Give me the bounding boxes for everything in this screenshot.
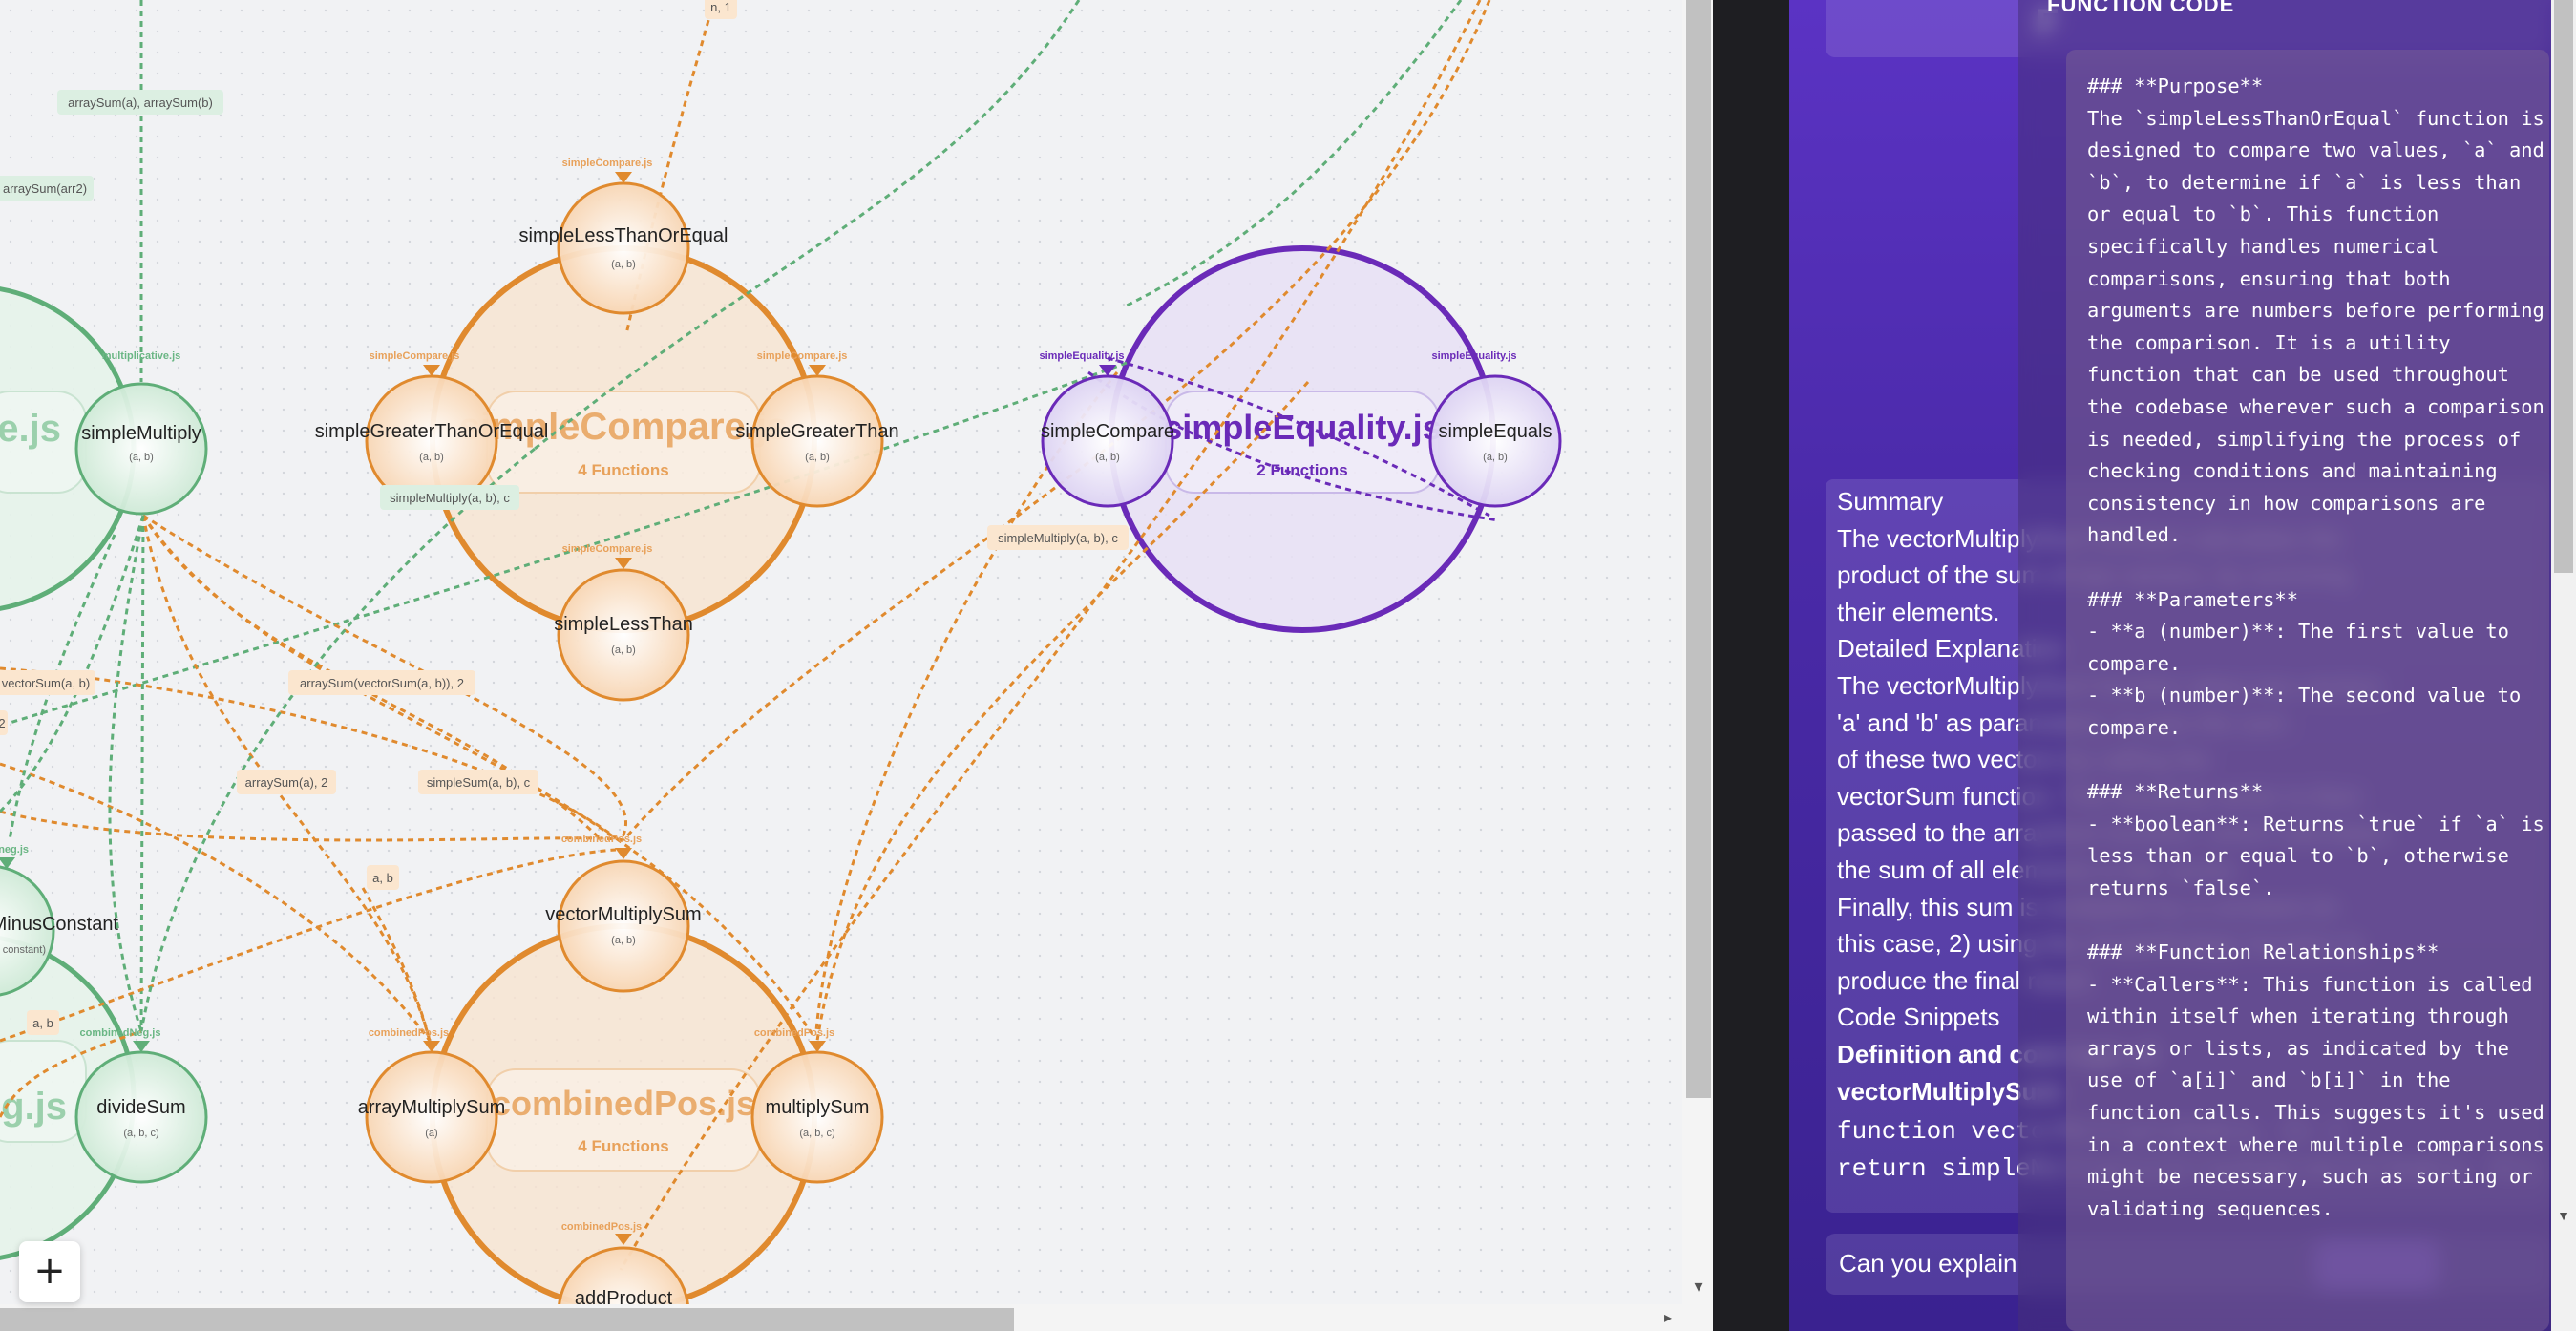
edge-label: arraySum(a), 2 — [245, 775, 328, 790]
function-name: MinusConstant — [0, 914, 118, 935]
graph-canvas[interactable]: ive.js eg.js simpleCompare.js 4 Function… — [0, 0, 1688, 1331]
edge-label: 2 — [0, 716, 6, 730]
function-params: (a, b) — [1095, 452, 1120, 463]
function-file-tag: simpleCompare.js — [562, 158, 653, 169]
function-file-tag: combinedPos.js — [369, 1027, 449, 1039]
function-file-tag: simpleCompare.js — [562, 543, 653, 555]
group-name-lb: eg.js — [0, 1086, 67, 1128]
group-count-sc: 4 Functions — [578, 461, 668, 479]
group-count-cp: 4 Functions — [578, 1137, 668, 1155]
function-params: (a, b, c) — [799, 1128, 834, 1139]
scroll-right-arrow-icon[interactable]: ▸ — [1658, 1308, 1679, 1329]
function-params: (a) — [425, 1128, 437, 1139]
dependency-graph: ive.js eg.js simpleCompare.js 4 Function… — [0, 0, 1562, 1331]
function-file-tag: simpleEquality.js — [1431, 350, 1516, 362]
group-name-left: ive.js — [0, 408, 61, 450]
function-code-scroll-thumb[interactable] — [2554, 0, 2573, 573]
function-params: (a, b) — [805, 452, 830, 463]
function-name: simpleGreaterThanOrEqual — [315, 421, 549, 442]
edge — [139, 515, 145, 1032]
function-name: vectorMultiplySum — [545, 904, 701, 925]
edge-label: arraySum(a), arraySum(b) — [68, 95, 213, 110]
function-code-header: FUNCTION CODE — [2047, 0, 2235, 16]
chat-input-placeholder: Can you explain — [1839, 1249, 2017, 1278]
summary-line: Code Snippets — [1837, 1003, 2000, 1032]
edge-label: simpleSum(a, b), c — [427, 775, 531, 790]
function-file-tag: neg.js — [0, 844, 29, 856]
function-file-tag: multiplicative.js — [102, 350, 181, 362]
function-name: simpleCompare — [1041, 421, 1174, 442]
function-params: (a, b) — [419, 452, 444, 463]
edge — [108, 515, 145, 1032]
function-file-tag: simpleCompare.js — [757, 350, 848, 362]
function-file-tag: simpleCompare.js — [370, 350, 460, 362]
function-name: divideSum — [96, 1097, 185, 1118]
function-params: (a, b) — [611, 644, 636, 656]
function-file-tag: combinedNeg.js — [80, 1027, 161, 1039]
summary-line: Summary — [1837, 487, 1944, 516]
panel-gutter — [1713, 0, 1789, 1331]
function-name: simpleLessThanOrEqual — [519, 225, 728, 246]
group-name-se: simpleEquality.js — [1163, 408, 1441, 447]
function-name: simpleLessThan — [554, 614, 693, 635]
function-params: (a, b) — [611, 259, 636, 270]
edge-label: vectorSum(a, b) — [2, 676, 90, 690]
edge — [361, 887, 432, 1042]
canvas-vertical-scroll-thumb[interactable] — [1686, 0, 1711, 1098]
summary-line: their elements. — [1837, 597, 2000, 626]
edge-label: arraySum(arr2) — [3, 181, 87, 196]
function-name: simpleEquals — [1439, 421, 1552, 442]
edge-label: n, 1 — [710, 0, 731, 14]
function-params: (a, b) — [129, 452, 154, 463]
group-count-se: 2 Functions — [1256, 461, 1347, 479]
function-name: simpleMultiply — [81, 423, 201, 444]
function-file-tag: simpleEquality.js — [1039, 350, 1124, 362]
edge-label: simpleMultiply(a, b), c — [998, 531, 1118, 545]
function-name: multiplySum — [766, 1097, 870, 1118]
edge-label: simpleMultiply(a, b), c — [390, 491, 510, 505]
function-code-box: ### **Purpose** The `simpleLessThanOrEqu… — [2066, 50, 2549, 1331]
function-file-tag: combinedPos.js — [561, 834, 642, 845]
function-params: (a, b, c) — [123, 1128, 158, 1139]
function-code-scroll-down-icon[interactable]: ▼ — [2553, 1205, 2574, 1226]
canvas-horizontal-scroll-thumb[interactable] — [0, 1308, 1014, 1331]
function-doc-text: ### **Purpose** The `simpleLessThanOrEqu… — [2087, 74, 2544, 1220]
function-params: constant) — [3, 944, 46, 956]
function-name: arrayMultiplySum — [358, 1097, 505, 1118]
function-name: simpleGreaterThan — [735, 421, 898, 442]
scroll-down-arrow-icon[interactable]: ▾ — [1688, 1276, 1709, 1297]
function-file-tag: combinedPos.js — [754, 1027, 834, 1039]
edge-label: a, b — [372, 871, 393, 885]
function-file-tag: combinedPos.js — [561, 1221, 642, 1233]
zoom-in-button[interactable]: + — [19, 1241, 80, 1302]
edge-label: a, b — [32, 1016, 53, 1030]
function-params: (a, b) — [611, 935, 636, 946]
function-params: (a, b) — [1483, 452, 1508, 463]
edge — [0, 810, 624, 842]
edge-label: arraySum(vectorSum(a, b)), 2 — [300, 676, 464, 690]
